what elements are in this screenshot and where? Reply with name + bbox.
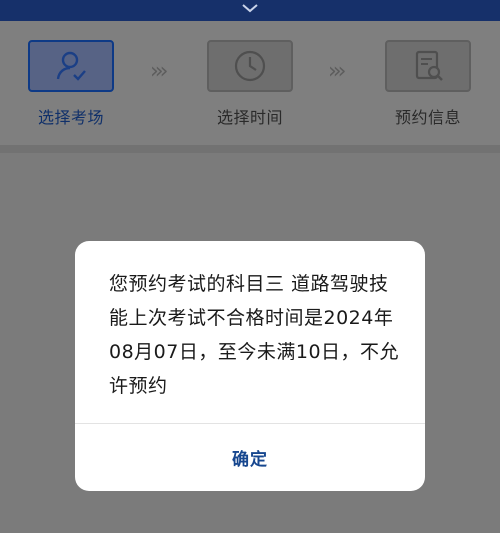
document-search-icon [415, 50, 443, 81]
booking-steps: 选择考场 ››› 选择时间 ››› 预约信息 [0, 21, 500, 145]
double-chevron-right-icon: ››› [328, 59, 347, 84]
step-select-time[interactable]: 选择时间 [185, 21, 315, 128]
clock-icon [234, 50, 266, 82]
section-divider [0, 145, 500, 153]
double-chevron-right-icon: ››› [150, 59, 169, 84]
step-icon-box [385, 40, 471, 92]
chevron-down-icon[interactable] [240, 2, 260, 14]
user-check-icon [56, 51, 86, 81]
step-booking-info[interactable]: 预约信息 [363, 21, 493, 128]
alert-dialog: 您预约考试的科目三 道路驾驶技能上次考试不合格时间是2024年08月07日，至今… [75, 241, 425, 491]
step-select-venue[interactable]: 选择考场 [6, 21, 136, 128]
step-label: 选择考场 [37, 108, 104, 127]
dialog-message: 您预约考试的科目三 道路驾驶技能上次考试不合格时间是2024年08月07日，至今… [109, 273, 400, 397]
top-bar [0, 0, 500, 21]
step-icon-box [28, 40, 114, 92]
step-label: 预约信息 [394, 108, 461, 127]
step-label: 选择时间 [216, 108, 283, 127]
confirm-button[interactable]: 确定 [75, 424, 425, 491]
step-icon-box [207, 40, 293, 92]
